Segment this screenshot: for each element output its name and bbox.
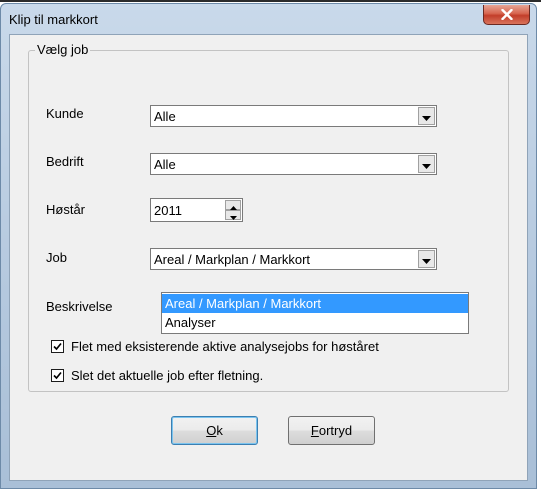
arrow-down-icon	[229, 208, 237, 223]
cancel-button-label: Fortryd	[310, 423, 353, 438]
kunde-value: Alle	[154, 109, 176, 124]
job-dropdown-button[interactable]	[418, 250, 435, 268]
bedrift-label: Bedrift	[46, 154, 84, 169]
window-title: Klip til markkort	[9, 12, 98, 27]
delete-checkbox-label: Slet det aktuelle job efter fletning.	[71, 368, 264, 383]
hoestaar-label: Høstår	[46, 202, 85, 217]
ok-button-label: Ok	[206, 423, 223, 438]
job-combobox[interactable]: Areal / Markplan / Markkort	[150, 248, 437, 270]
delete-checkbox[interactable]	[51, 369, 64, 382]
close-x-icon	[500, 9, 513, 20]
kunde-label: Kunde	[46, 106, 84, 121]
hoestaar-value: 2011	[154, 203, 182, 218]
chevron-down-icon	[422, 109, 431, 124]
beskrivelse-label: Beskrivelse	[46, 299, 113, 314]
hoestaar-spinbox[interactable]: 2011	[150, 198, 243, 222]
dialog-window: Klip til markkort Vælg job Kunde Alle Be	[0, 3, 537, 489]
ok-button[interactable]: Ok	[171, 416, 258, 445]
bedrift-combobox[interactable]: Alle	[150, 153, 437, 175]
chevron-down-icon	[422, 252, 431, 267]
dialog-client-area: Vælg job Kunde Alle Bedrift Alle Høstår …	[9, 34, 528, 481]
dropdown-option-areal[interactable]: Areal / Markplan / Markkort	[162, 294, 468, 313]
screen-top-edge	[0, 0, 541, 2]
kunde-dropdown-button[interactable]	[418, 107, 435, 125]
job-value: Areal / Markplan / Markkort	[154, 252, 311, 267]
title-bar[interactable]: Klip til markkort	[1, 4, 536, 34]
select-job-group: Vælg job Kunde Alle Bedrift Alle Høstår …	[28, 42, 509, 392]
kunde-combobox[interactable]: Alle	[150, 105, 437, 127]
close-button[interactable]	[483, 5, 530, 25]
merge-checkbox-label: Flet med eksisterende aktive analysejobs…	[71, 339, 379, 354]
bedrift-value: Alle	[154, 157, 176, 172]
job-label: Job	[46, 250, 67, 265]
cancel-button[interactable]: Fortryd	[288, 416, 375, 445]
bedrift-dropdown-button[interactable]	[418, 155, 435, 173]
group-legend: Vælg job	[35, 42, 91, 57]
job-dropdown-list: Areal / Markplan / Markkort Analyser	[161, 292, 469, 334]
hoestaar-spin-buttons	[225, 200, 241, 220]
dropdown-option-analyser[interactable]: Analyser	[162, 313, 468, 332]
merge-checkbox[interactable]	[51, 340, 64, 353]
spin-down-button[interactable]	[225, 210, 241, 220]
chevron-down-icon	[422, 157, 431, 172]
